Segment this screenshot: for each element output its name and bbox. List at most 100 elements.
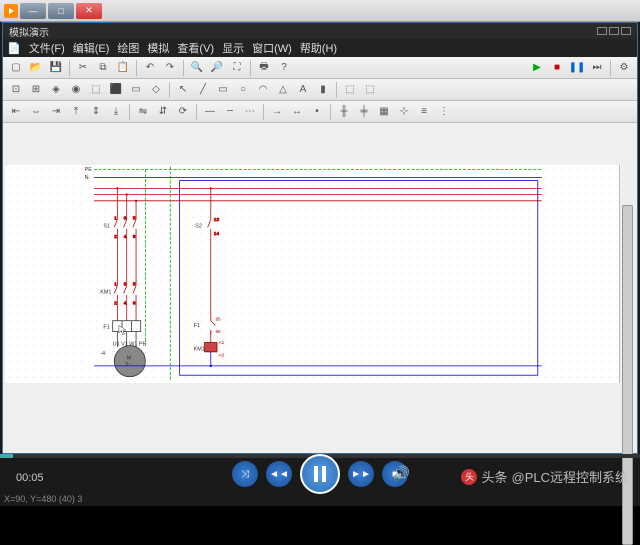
menu-draw[interactable]: 绘图 <box>117 40 139 56</box>
app-inner-titlebar[interactable]: 模拟演示 <box>3 23 637 39</box>
menu-edit[interactable]: 编辑(E) <box>73 40 110 56</box>
menubar[interactable]: 📄 文件(F) 编辑(E) 绘图 模拟 查看(V) 显示 窗口(W) 帮助(H) <box>3 39 637 57</box>
inner-min-icon[interactable] <box>597 27 607 35</box>
open-icon[interactable]: 📂 <box>27 59 45 77</box>
coord-status: X=90, Y=480 (40) 3 <box>4 494 82 504</box>
snap-icon[interactable]: ⊹ <box>395 103 413 121</box>
layer-icon[interactable]: ≡ <box>415 103 433 121</box>
player-max-button[interactable]: □ <box>48 3 74 19</box>
grid-icon[interactable]: ▦ <box>375 103 393 121</box>
sim-settings-icon[interactable]: ⚙ <box>615 59 633 77</box>
redo-icon[interactable]: ↷ <box>161 59 179 77</box>
help-icon[interactable]: ? <box>275 59 293 77</box>
zoom-fit-icon[interactable]: ⛶ <box>228 59 246 77</box>
fill-icon[interactable]: ▮ <box>314 81 332 99</box>
label-pe: PE <box>85 167 93 173</box>
pointer-icon[interactable]: ↖ <box>174 81 192 99</box>
prev-button[interactable]: ◄◄ <box>266 461 292 487</box>
shuffle-button[interactable]: ⤨ <box>232 461 258 487</box>
comp-5-icon[interactable]: ⬚ <box>87 81 105 99</box>
menu-simulate[interactable]: 模拟 <box>147 40 169 56</box>
undo-icon[interactable]: ↶ <box>141 59 159 77</box>
pause-icon[interactable]: ❚❚ <box>568 59 586 77</box>
svg-text:3: 3 <box>124 216 127 221</box>
label-km1-top: KM1 <box>100 289 111 295</box>
label-a1: A1 <box>219 340 225 345</box>
arrow-1-icon[interactable]: → <box>268 103 286 121</box>
menu-display[interactable]: 显示 <box>222 40 244 56</box>
circle-icon[interactable]: ○ <box>234 81 252 99</box>
align-l-icon[interactable]: ⇤ <box>7 103 25 121</box>
scrollbar-vertical[interactable] <box>619 165 635 383</box>
copy-icon[interactable]: ⧉ <box>94 59 112 77</box>
video-player-shell: — □ ✕ 模拟演示 📄 文件(F) 编辑(E) 绘图 模拟 查看(V) 显示 … <box>0 0 640 506</box>
paste-icon[interactable]: 📋 <box>114 59 132 77</box>
watermark: 头 头条 @PLC远程控制系统 <box>461 467 628 486</box>
flip-h-icon[interactable]: ⇋ <box>134 103 152 121</box>
toolbar-3: ⇤ ⇔ ⇥ ⤒ ⇕ ⤓ ⇋ ⇵ ⟳ — ╌ ⋯ → ↔ • ╫ ╪ ▦ ⊹ ≡ … <box>3 101 637 123</box>
toolbar-2: ⊡ ⊞ ◈ ◉ ⬚ ⬛ ▭ ◇ ↖ ╱ ▭ ○ ◠ △ A ▮ ⬚ ⬚ <box>3 79 637 101</box>
dist-h-icon[interactable]: ╫ <box>335 103 353 121</box>
menu-view[interactable]: 查看(V) <box>177 40 214 56</box>
align-c-icon[interactable]: ⇔ <box>27 103 45 121</box>
line-icon[interactable]: ╱ <box>194 81 212 99</box>
flip-v-icon[interactable]: ⇵ <box>154 103 172 121</box>
rect-icon[interactable]: ▭ <box>214 81 232 99</box>
schematic-canvas[interactable]: PE N S1 1 3 <box>5 165 619 383</box>
next-button[interactable]: ►► <box>348 461 374 487</box>
comp-8-icon[interactable]: ◇ <box>147 81 165 99</box>
dash-2-icon[interactable]: ╌ <box>221 103 239 121</box>
rotate-icon[interactable]: ⟳ <box>174 103 192 121</box>
align-t-icon[interactable]: ⤒ <box>67 103 85 121</box>
play-pause-button[interactable] <box>300 454 340 494</box>
svg-text:13: 13 <box>214 217 220 222</box>
zoom-out-icon[interactable]: 🔎 <box>208 59 226 77</box>
dash-1-icon[interactable]: — <box>201 103 219 121</box>
inner-max-icon[interactable] <box>609 27 619 35</box>
label-3tilde: 3~ <box>125 362 131 368</box>
new-icon[interactable]: ▢ <box>7 59 25 77</box>
ungroup-icon[interactable]: ⬚ <box>361 81 379 99</box>
svg-text:95: 95 <box>215 317 221 322</box>
text-icon[interactable]: A <box>294 81 312 99</box>
dist-v-icon[interactable]: ╪ <box>355 103 373 121</box>
group-icon[interactable]: ⬚ <box>341 81 359 99</box>
comp-2-icon[interactable]: ⊞ <box>27 81 45 99</box>
arrow-2-icon[interactable]: ↔ <box>288 103 306 121</box>
svg-text:6: 6 <box>133 300 136 305</box>
save-icon[interactable]: 💾 <box>47 59 65 77</box>
svg-text:2: 2 <box>114 300 117 305</box>
zoom-in-icon[interactable]: 🔍 <box>188 59 206 77</box>
svg-text:6: 6 <box>133 234 136 239</box>
comp-4-icon[interactable]: ◉ <box>67 81 85 99</box>
inner-close-icon[interactable] <box>621 27 631 35</box>
volume-icon[interactable]: 🔊 <box>393 465 410 482</box>
arc-icon[interactable]: ◠ <box>254 81 272 99</box>
comp-7-icon[interactable]: ▭ <box>127 81 145 99</box>
align-m-icon[interactable]: ⇕ <box>87 103 105 121</box>
stop-icon[interactable]: ■ <box>548 59 566 77</box>
align-b-icon[interactable]: ⤓ <box>107 103 125 121</box>
comp-1-icon[interactable]: ⊡ <box>7 81 25 99</box>
player-close-button[interactable]: ✕ <box>76 3 102 19</box>
comp-3-icon[interactable]: ◈ <box>47 81 65 99</box>
step-icon[interactable]: ⏭ <box>588 59 606 77</box>
menu-help[interactable]: 帮助(H) <box>300 40 337 56</box>
poly-icon[interactable]: △ <box>274 81 292 99</box>
svg-text:96: 96 <box>215 329 221 334</box>
dash-3-icon[interactable]: ⋯ <box>241 103 259 121</box>
menu-window[interactable]: 窗口(W) <box>252 40 292 56</box>
comp-6-icon[interactable]: ⬛ <box>107 81 125 99</box>
player-titlebar[interactable]: — □ ✕ <box>0 0 640 22</box>
player-min-button[interactable]: — <box>20 3 46 19</box>
app-window: 模拟演示 📄 文件(F) 编辑(E) 绘图 模拟 查看(V) 显示 窗口(W) … <box>2 22 638 454</box>
more-icon[interactable]: ⋮ <box>435 103 453 121</box>
svg-text:1: 1 <box>114 282 117 287</box>
run-icon[interactable]: ▶ <box>528 59 546 77</box>
node-icon[interactable]: • <box>308 103 326 121</box>
menu-file[interactable]: 文件(F) <box>29 40 65 56</box>
align-r-icon[interactable]: ⇥ <box>47 103 65 121</box>
label-s2: S2 <box>195 223 202 229</box>
print-icon[interactable]: 🖶 <box>255 59 273 77</box>
cut-icon[interactable]: ✂ <box>74 59 92 77</box>
